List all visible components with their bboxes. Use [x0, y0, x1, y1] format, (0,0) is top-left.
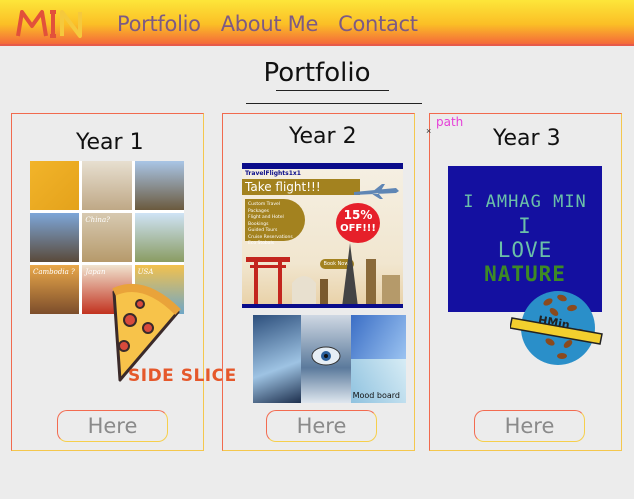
card-title-year-1: Year 1 — [76, 130, 144, 155]
min-logo[interactable] — [16, 8, 90, 40]
airplane-icon — [354, 184, 399, 199]
collage-tile: Cambodia ? — [30, 265, 80, 314]
collage-tile — [82, 161, 132, 210]
discount-badge: 15% OFF!!! — [336, 203, 380, 243]
title-divider — [246, 103, 422, 104]
poster-line: I AMHAG MIN — [463, 192, 587, 212]
path-marker: × — [426, 126, 432, 136]
collage-tile — [30, 161, 80, 210]
eye-icon — [311, 346, 341, 366]
mood-board-image: Mood board — [253, 315, 406, 403]
main-nav: Portfolio About Me Contact — [117, 12, 418, 36]
mood-board-label: Mood board — [352, 391, 400, 400]
poster-line: LOVE — [497, 238, 553, 262]
card-title-year-2: Year 2 — [289, 124, 357, 149]
poster-services-list: Custom Travel Packages Flight and Hotel … — [245, 199, 305, 246]
travel-poster-image: TravelFlights1x1 Take flight!!! Custom T… — [242, 163, 403, 308]
collage-tile: China? — [82, 213, 132, 262]
here-button-year-2[interactable]: Here — [266, 410, 377, 442]
page-title: Portfolio — [263, 58, 371, 88]
collage-tile — [134, 161, 184, 210]
landmarks-skyline-icon — [246, 243, 400, 304]
here-button-year-1[interactable]: Here — [57, 410, 168, 442]
sticker-caption: SIDE SLICE — [128, 366, 237, 386]
path-label: path — [436, 115, 464, 129]
collage-tile — [134, 213, 184, 262]
poster-brand: TravelFlights1x1 — [245, 170, 301, 177]
nav-link-about-me[interactable]: About Me — [221, 12, 319, 36]
nav-link-contact[interactable]: Contact — [338, 12, 418, 36]
here-button-year-3[interactable]: Here — [474, 410, 585, 442]
title-underline — [276, 90, 389, 91]
nav-link-portfolio[interactable]: Portfolio — [117, 12, 201, 36]
top-navbar: Portfolio About Me Contact — [0, 0, 634, 46]
poster-headline: Take flight!!! — [242, 179, 360, 195]
collage-tile — [30, 213, 80, 262]
card-title-year-3: Year 3 — [493, 126, 561, 151]
poster-line: I — [518, 214, 532, 238]
